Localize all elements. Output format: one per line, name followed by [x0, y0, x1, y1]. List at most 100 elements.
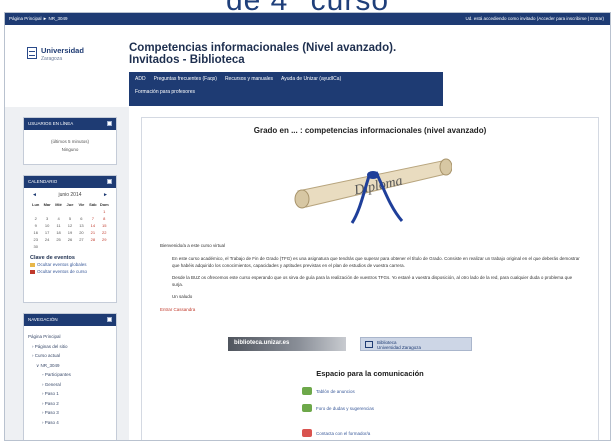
calendar-day[interactable]: 4 [53, 216, 64, 221]
calendar-day [64, 244, 75, 249]
activity-contact[interactable]: Contacta con el formador/a [302, 429, 370, 437]
calendar-day[interactable]: 13 [76, 223, 87, 228]
nav-tree-item[interactable]: ◦ Participantes [28, 370, 112, 380]
course-heading: Grado en ... : competencias informaciona… [253, 126, 487, 135]
calendar-day [64, 209, 75, 214]
greeting-text: Un saludo [172, 294, 193, 299]
course-nav-menu: ADD Preguntas frecuentes (Faqs) Recursos… [129, 72, 443, 106]
weekday-label: Mié [55, 202, 62, 207]
calendar-day[interactable]: 10 [41, 223, 52, 228]
hide-global-events[interactable]: Ocultar eventos globales [24, 261, 116, 268]
calendar-day[interactable]: 20 [76, 230, 87, 235]
library-logo-banner[interactable]: Biblioteca Universidad Zaragoza [360, 337, 472, 351]
calendar-grid: Lun Mar Mié Jue Vie Sáb Dom 1 2 3 4 5 6 7 8 9 10 11 12 13 14… [24, 200, 116, 251]
calendar-day [30, 209, 41, 214]
calendar-day[interactable]: 25 [53, 237, 64, 242]
event-key-title: Clave de eventos [30, 255, 75, 261]
calendar-month[interactable]: junio 2014 [58, 192, 81, 198]
weekday-label: Lun [32, 202, 40, 207]
activity-forum[interactable]: Foro de dudas y sugerencias [302, 404, 374, 412]
course-events-swatch-icon [30, 269, 35, 274]
nav-tree-item[interactable]: Página Principal [28, 332, 112, 342]
activity-announcements[interactable]: Tablón de anuncios [302, 387, 355, 395]
calendar-day[interactable]: 15 [99, 223, 110, 228]
weekday-label: Jue [66, 202, 74, 207]
calendar-day[interactable]: 30 [30, 244, 41, 249]
enter-link[interactable]: Entrar Cassandra [160, 307, 195, 312]
collapse-icon[interactable] [107, 121, 112, 126]
calendar-day[interactable]: 2 [30, 216, 41, 221]
weekday-label: Mar [43, 202, 51, 207]
nav-tree-item[interactable]: › General [28, 380, 112, 390]
nav-tree-item[interactable]: › Paso 2 [28, 399, 112, 409]
nav-item-add[interactable]: ADD [135, 76, 146, 82]
course-summary: Grado en ... : competencias informaciona… [141, 117, 599, 440]
welcome-text: Bienvenido/a a este curso virtual [160, 243, 226, 248]
forum-icon [302, 387, 312, 395]
calendar-day[interactable]: 14 [87, 223, 98, 228]
calendar-day[interactable]: 3 [41, 216, 52, 221]
calendar-day[interactable]: 23 [30, 237, 41, 242]
block-title: CALENDARIO [28, 179, 58, 184]
nav-tree-item[interactable]: › Paso 1 [28, 389, 112, 399]
calendar-day [99, 244, 110, 249]
calendar-day[interactable]: 6 [76, 216, 87, 221]
navigation-tree: Página Principal › Páginas del sitio › Cur… [24, 326, 116, 433]
calendar-day [76, 209, 87, 214]
calendar-day[interactable]: 26 [64, 237, 75, 242]
nav-item-recursos[interactable]: Recursos y manuales [225, 76, 273, 82]
weekday-label: Dom [99, 202, 109, 207]
breadcrumb[interactable]: Página Principal ► NR_3049 [9, 16, 68, 21]
support-paragraph: Desde la BUZ os ofrecemos este curso esp… [172, 275, 573, 287]
main-region: Grado en ... : competencias informaciona… [129, 107, 610, 440]
nav-tree-item[interactable]: ∨ NR_3049 [28, 361, 112, 371]
calendar-day[interactable]: 24 [41, 237, 52, 242]
nav-tree-item[interactable]: › Paso 3 [28, 408, 112, 418]
calendar-day [87, 244, 98, 249]
calendar-day[interactable]: 19 [64, 230, 75, 235]
calendar-day[interactable]: 27 [76, 237, 87, 242]
users-online-block: USUARIOS EN LÍNEA (últimos 5 minutos) Ni… [23, 117, 117, 165]
calendar-day[interactable]: 28 [87, 237, 98, 242]
communication-section-title: Espacio para la comunicación [316, 369, 424, 378]
calendar-day[interactable]: 16 [30, 230, 41, 235]
calendar-day[interactable]: 8 [99, 216, 110, 221]
weekday-label: Sáb [89, 202, 97, 207]
nav-item-formacion[interactable]: Formación para profesores [135, 89, 195, 95]
global-events-swatch-icon [30, 262, 35, 267]
calendar-day[interactable]: 22 [99, 230, 110, 235]
prev-month-icon[interactable]: ◄ [32, 192, 37, 198]
calendar-day [41, 209, 52, 214]
university-logo[interactable]: Universidad Zaragoza [27, 47, 84, 63]
calendar-day[interactable]: 5 [64, 216, 75, 221]
collapse-icon[interactable] [107, 179, 112, 184]
nav-tree-item[interactable]: › Paso 4 [28, 418, 112, 428]
calendar-day[interactable]: 17 [41, 230, 52, 235]
calendar-day[interactable]: 21 [87, 230, 98, 235]
calendar-day[interactable]: 29 [99, 237, 110, 242]
browser-page: Página Principal ► NR_3049 Ud. está acce… [4, 12, 611, 441]
calendar-day[interactable]: 7 [87, 216, 98, 221]
nav-item-faqs[interactable]: Preguntas frecuentes (Faqs) [154, 76, 217, 82]
calendar-day [76, 244, 87, 249]
nav-item-ayuda[interactable]: Ayuda de Unizar (ayudICa) [281, 76, 341, 82]
collapse-icon[interactable] [107, 317, 112, 322]
calendar-day[interactable]: 18 [53, 230, 64, 235]
login-status[interactable]: Ud. está accediendo como invitado (Acced… [466, 16, 604, 21]
users-timeframe: (últimos 5 minutos) [50, 139, 89, 144]
nav-tree-item[interactable]: › Curso actual [28, 351, 112, 361]
nav-tree-item[interactable]: › Páginas del sitio [28, 342, 112, 352]
forum-icon [302, 404, 312, 412]
library-banner-link[interactable]: biblioteca.unizar.es [228, 337, 346, 351]
calendar-day[interactable]: 11 [53, 223, 64, 228]
block-title: USUARIOS EN LÍNEA [28, 121, 74, 126]
intro-paragraph: En este curso académico, el Trabajo de F… [172, 256, 580, 268]
calendar-day[interactable]: 12 [64, 223, 75, 228]
next-month-icon[interactable]: ► [103, 192, 108, 198]
calendar-day[interactable]: 1 [99, 209, 110, 214]
course-title: Competencias informacionales (Nivel avan… [129, 42, 397, 66]
hide-course-events[interactable]: Ocultar eventos de curso [24, 268, 116, 275]
contact-icon [302, 429, 312, 437]
calendar-day[interactable]: 9 [30, 223, 41, 228]
block-title: NAVEGACIÓN [28, 317, 58, 322]
